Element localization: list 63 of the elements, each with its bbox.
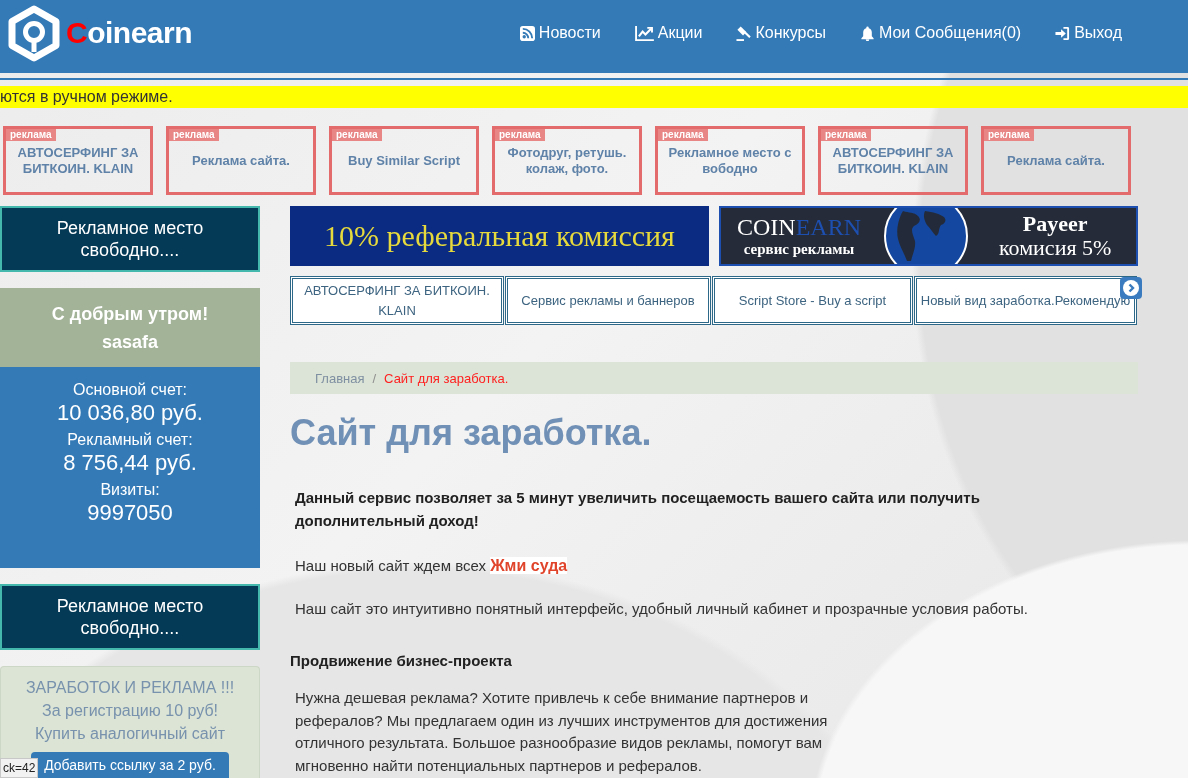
notice-text: ются в ручном режиме. — [0, 88, 173, 106]
ad-tag: реклама — [6, 129, 56, 141]
page-title: Сайт для заработка. — [290, 412, 653, 454]
ad-box[interactable]: реклама Buy Similar Script — [329, 126, 479, 195]
breadcrumb-current[interactable]: Сайт для заработка. — [384, 370, 509, 386]
balance-label: Основной счет: — [71, 380, 189, 400]
banner-subtitle: комисия 5% — [999, 236, 1112, 260]
breadcrumb-separator: / — [371, 370, 378, 386]
body-text: Наш сайт это интуитивно понятный интерфейс, удобный личный кабинет и прозрачные условия работы. — [294, 599, 1029, 619]
ad-box[interactable]: реклама Реклама сайта. — [981, 126, 1131, 195]
promo-text: ЗАРАБОТОК И РЕКЛАМА !!! — [25, 678, 235, 698]
balance-value: 10 036,80 руб. — [56, 400, 204, 426]
sign-in-icon — [1055, 25, 1071, 41]
nav-link[interactable]: Выход — [1055, 24, 1122, 42]
ad-tag: реклама — [658, 129, 708, 141]
ad-slot[interactable]: Рекламное место свободно.... — [0, 206, 260, 272]
banner-tagline: сервис рекламы — [743, 240, 855, 258]
balance-value: 9997050 — [86, 500, 174, 526]
carousel-link[interactable]: Script Store - Buy a script — [712, 276, 913, 325]
ad-box[interactable]: реклама АВТОСЕРФИНГ ЗА БИТКОИН. KLAIN — [818, 126, 968, 195]
ad-tag: реклама — [169, 129, 219, 141]
bell-icon — [859, 25, 875, 41]
ad-box[interactable]: реклама Реклама сайта. — [166, 126, 316, 195]
balance-label: Рекламный счет: — [66, 430, 194, 450]
username: sasafa — [100, 331, 160, 354]
lead-text: Данный сервис позволяет за 5 минут увеличить посещаемость вашего сайта или получить дополнительный доход! — [294, 488, 981, 531]
ad-slot[interactable]: Рекламное место свободно.... — [0, 584, 260, 650]
nav-link[interactable]: Мои Сообщения(0) — [859, 24, 1022, 42]
logo-text[interactable]: Coinearn — [66, 15, 193, 51]
balance-label: Визиты: — [99, 480, 161, 500]
greeting-text: С добрым утром! — [50, 303, 210, 326]
promo-text: Купить аналогичный сайт — [34, 724, 226, 744]
signup-link[interactable]: Жми суда — [490, 557, 568, 574]
ad-tag: реклама — [821, 129, 871, 141]
ad-tag: реклама — [495, 129, 545, 141]
rss-icon — [519, 25, 535, 41]
globe-icon — [883, 208, 969, 264]
carousel-link[interactable]: Сервис рекламы и баннеров — [505, 276, 711, 325]
line-chart-icon — [634, 25, 654, 41]
breadcrumb-link[interactable]: Главная — [315, 370, 365, 386]
ad-box[interactable]: реклама Фотодруг, ретушь. колаж, фото. — [492, 126, 642, 195]
body-text: Нужна дешевая реклама? Хотите привлечь к себе внимание партнеров и рефералов? Мы предлагаем один из лучших инструментов для достижения отличного результата. Большое разнообразие видов рекламы, помогут вам мгновенно найти потенциальных партнеров и рефералов. — [294, 688, 829, 776]
promo-text: За регистрацию 10 руб! — [42, 701, 218, 721]
carousel-link[interactable]: АВТОСЕРФИНГ ЗА БИТКОИН. KLAIN — [290, 276, 504, 325]
logo-icon[interactable] — [8, 5, 60, 62]
section-heading: Продвижение бизнес-проекта — [290, 651, 513, 671]
banner-brand: COINEARN — [737, 214, 861, 240]
nav-link[interactable]: Новости — [519, 24, 601, 42]
banner-title: Payeer — [1022, 212, 1088, 236]
ad-box[interactable]: реклама АВТОСЕРФИНГ ЗА БИТКОИН. KLAIN — [3, 126, 153, 195]
referral-banner[interactable]: 10% реферальная комиссия — [290, 206, 709, 266]
carousel-link[interactable]: Новый вид заработка.Рекомендую — [914, 276, 1137, 325]
intro-text: Наш новый сайт ждем всех Жми суда — [294, 556, 569, 576]
ad-tag: реклама — [984, 129, 1034, 141]
gavel-icon — [736, 25, 752, 41]
ad-box[interactable]: реклама Рекламное место с вободно — [655, 126, 805, 195]
ad-tag: реклама — [332, 129, 382, 141]
nav-link[interactable]: Конкурсы — [736, 24, 826, 42]
nav-link[interactable]: Акции — [634, 24, 703, 42]
chevron-right-icon — [1123, 280, 1139, 296]
balance-value: 8 756,44 руб. — [62, 450, 198, 476]
status-tooltip: ck=42 — [0, 758, 39, 778]
payeer-banner[interactable]: COINEARN сервис рекламы Payeer комисия 5% — [719, 206, 1138, 266]
